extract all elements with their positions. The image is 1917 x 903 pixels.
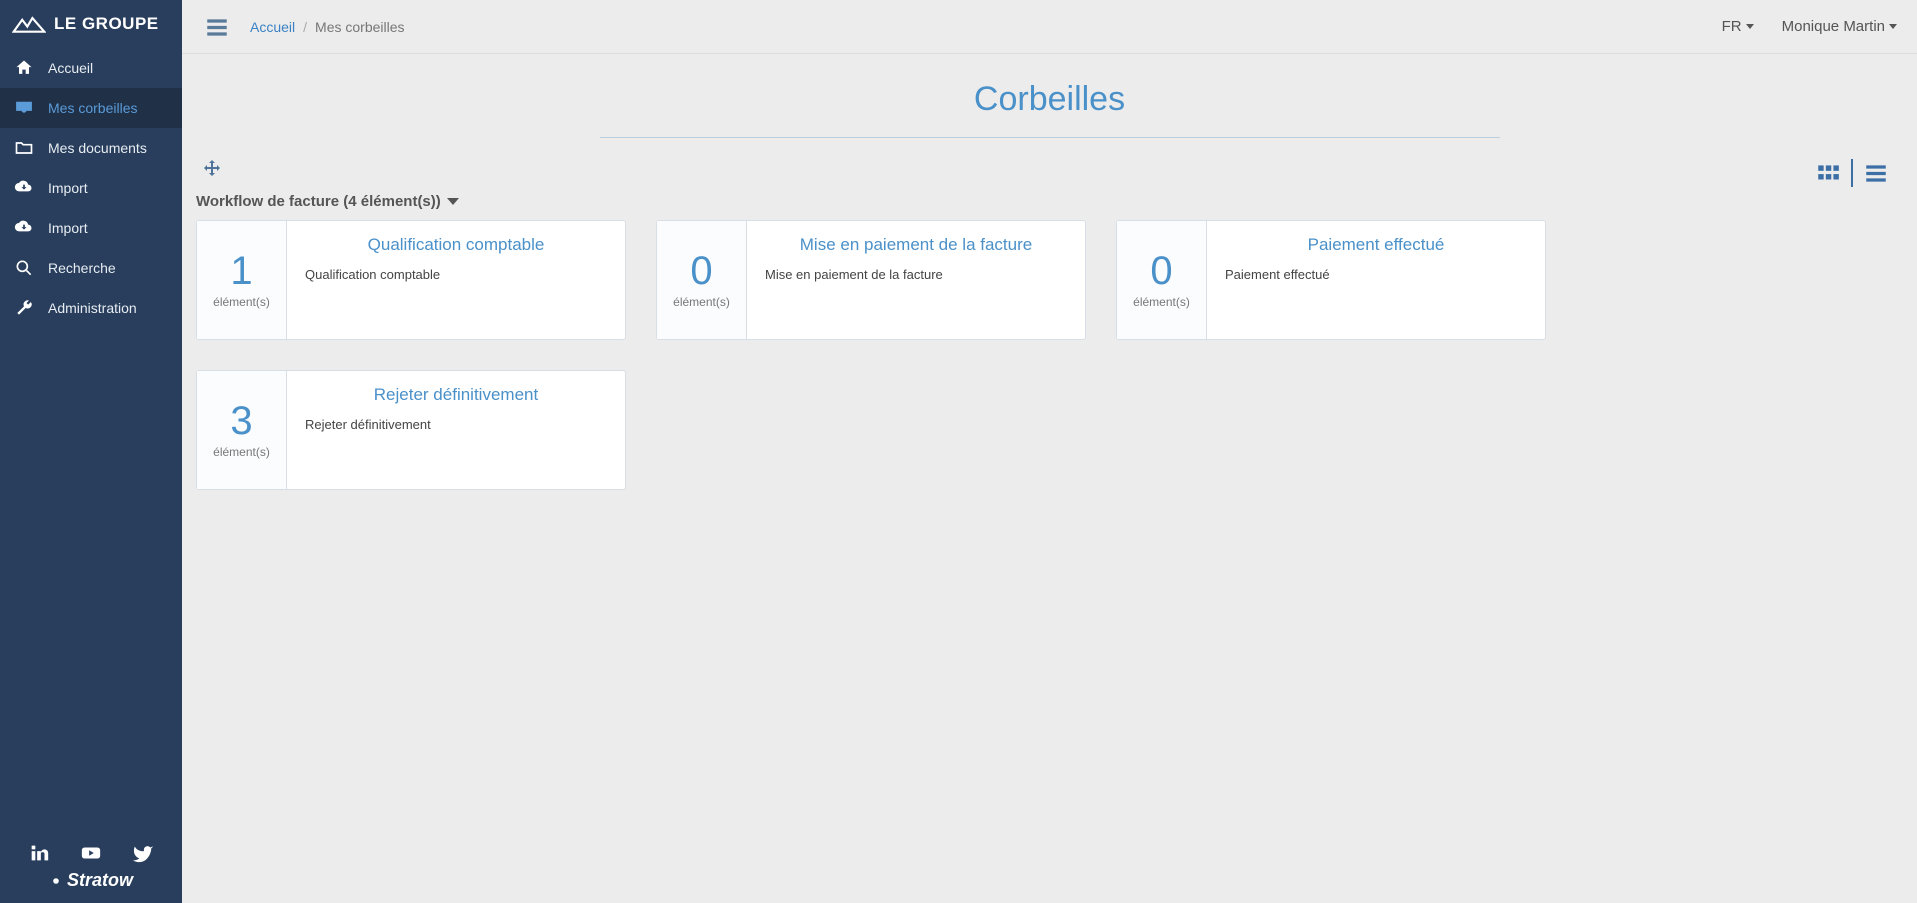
grid-view-button[interactable]	[1815, 160, 1841, 186]
card-count-box: 0 élément(s)	[657, 221, 747, 339]
youtube-icon[interactable]	[80, 842, 102, 864]
logo[interactable]: LE GROUPE	[0, 0, 182, 48]
breadcrumb: Accueil / Mes corbeilles	[250, 19, 405, 35]
card-desc: Rejeter définitivement	[305, 417, 607, 432]
view-switch-separator	[1851, 159, 1853, 187]
linkedin-icon[interactable]	[28, 842, 50, 864]
card-desc: Qualification comptable	[305, 267, 607, 282]
card-desc: Paiement effectué	[1225, 267, 1527, 282]
card-paiement-effectue[interactable]: 0 élément(s) Paiement effectué Paiement …	[1116, 220, 1546, 340]
card-rejeter[interactable]: 3 élément(s) Rejeter définitivement Reje…	[196, 370, 626, 490]
move-icon	[200, 158, 224, 182]
list-view-button[interactable]	[1863, 160, 1889, 186]
card-count: 0	[690, 251, 712, 291]
card-desc: Mise en paiement de la facture	[765, 267, 1067, 282]
home-icon	[14, 58, 34, 78]
card-unit: élément(s)	[213, 445, 270, 459]
sidebar-item-label: Mes documents	[48, 140, 147, 156]
cloud-upload-icon	[14, 178, 34, 198]
sidebar-item-label: Mes corbeilles	[48, 100, 137, 116]
card-mise-en-paiement[interactable]: 0 élément(s) Mise en paiement de la fact…	[656, 220, 1086, 340]
sidebar-item-label: Import	[48, 220, 88, 236]
card-count-box: 3 élément(s)	[197, 371, 287, 489]
sidebar-item-documents[interactable]: Mes documents	[0, 128, 182, 168]
chevron-down-icon	[447, 198, 459, 205]
card-qualification[interactable]: 1 élément(s) Qualification comptable Qua…	[196, 220, 626, 340]
user-name: Monique Martin	[1782, 18, 1885, 35]
dot-icon	[49, 874, 63, 888]
chevron-down-icon	[1889, 24, 1897, 29]
card-unit: élément(s)	[1133, 295, 1190, 309]
breadcrumb-home[interactable]: Accueil	[250, 19, 295, 35]
sidebar-item-import-2[interactable]: Import	[0, 208, 182, 248]
folder-icon	[14, 138, 34, 158]
section-label: Workflow de facture (4 élément(s))	[196, 193, 441, 210]
card-title: Paiement effectué	[1225, 235, 1527, 255]
card-title: Qualification comptable	[305, 235, 607, 255]
language-label: FR	[1722, 18, 1742, 35]
brand-name: LE GROUPE	[54, 14, 159, 34]
page-title: Corbeilles	[182, 80, 1917, 119]
sidebar-nav: Accueil Mes corbeilles Mes documents Imp…	[0, 48, 182, 832]
cards-grid: 1 élément(s) Qualification comptable Qua…	[182, 220, 1903, 510]
card-body: Mise en paiement de la facture Mise en p…	[747, 221, 1085, 339]
wrench-icon	[14, 298, 34, 318]
card-count: 0	[1150, 251, 1172, 291]
hamburger-icon	[204, 14, 230, 40]
card-count-box: 0 élément(s)	[1117, 221, 1207, 339]
search-icon	[14, 258, 34, 278]
main: Accueil / Mes corbeilles FR Monique Mart…	[182, 0, 1917, 903]
sidebar-item-corbeilles[interactable]: Mes corbeilles	[0, 88, 182, 128]
sidebar-item-label: Administration	[48, 300, 137, 316]
card-unit: élément(s)	[673, 295, 730, 309]
title-divider	[600, 137, 1500, 138]
footer-brand: Stratow	[14, 870, 168, 891]
sidebar-item-recherche[interactable]: Recherche	[0, 248, 182, 288]
sidebar-item-accueil[interactable]: Accueil	[0, 48, 182, 88]
card-body: Rejeter définitivement Rejeter définitiv…	[287, 371, 625, 489]
breadcrumb-current: Mes corbeilles	[315, 19, 404, 35]
card-body: Qualification comptable Qualification co…	[287, 221, 625, 339]
card-title: Rejeter définitivement	[305, 385, 607, 405]
card-unit: élément(s)	[213, 295, 270, 309]
card-count-box: 1 élément(s)	[197, 221, 287, 339]
sidebar-item-label: Accueil	[48, 60, 93, 76]
card-count: 1	[230, 251, 252, 291]
workflow-section-header[interactable]: Workflow de facture (4 élément(s))	[182, 193, 1903, 220]
sidebar-item-administration[interactable]: Administration	[0, 288, 182, 328]
sidebar-footer: Stratow	[0, 832, 182, 903]
content: Corbeilles Workflow de facture (4 élémen…	[182, 54, 1917, 903]
sidebar: LE GROUPE Accueil Mes corbeilles Mes doc…	[0, 0, 182, 903]
chevron-down-icon	[1746, 24, 1754, 29]
toolbar	[182, 158, 1917, 193]
sidebar-item-import-1[interactable]: Import	[0, 168, 182, 208]
move-handle[interactable]	[200, 158, 224, 187]
logo-icon	[12, 14, 46, 34]
twitter-icon[interactable]	[132, 842, 154, 864]
card-body: Paiement effectué Paiement effectué	[1207, 221, 1545, 339]
topbar: Accueil / Mes corbeilles FR Monique Mart…	[182, 0, 1917, 54]
sidebar-item-label: Recherche	[48, 260, 116, 276]
view-switch	[1815, 159, 1889, 187]
breadcrumb-separator: /	[303, 19, 307, 35]
sidebar-item-label: Import	[48, 180, 88, 196]
card-title: Mise en paiement de la facture	[765, 235, 1067, 255]
inbox-icon	[14, 98, 34, 118]
cloud-upload-icon	[14, 218, 34, 238]
card-count: 3	[230, 401, 252, 441]
language-dropdown[interactable]: FR	[1722, 18, 1754, 35]
hamburger-button[interactable]	[202, 12, 232, 42]
user-dropdown[interactable]: Monique Martin	[1782, 18, 1897, 35]
